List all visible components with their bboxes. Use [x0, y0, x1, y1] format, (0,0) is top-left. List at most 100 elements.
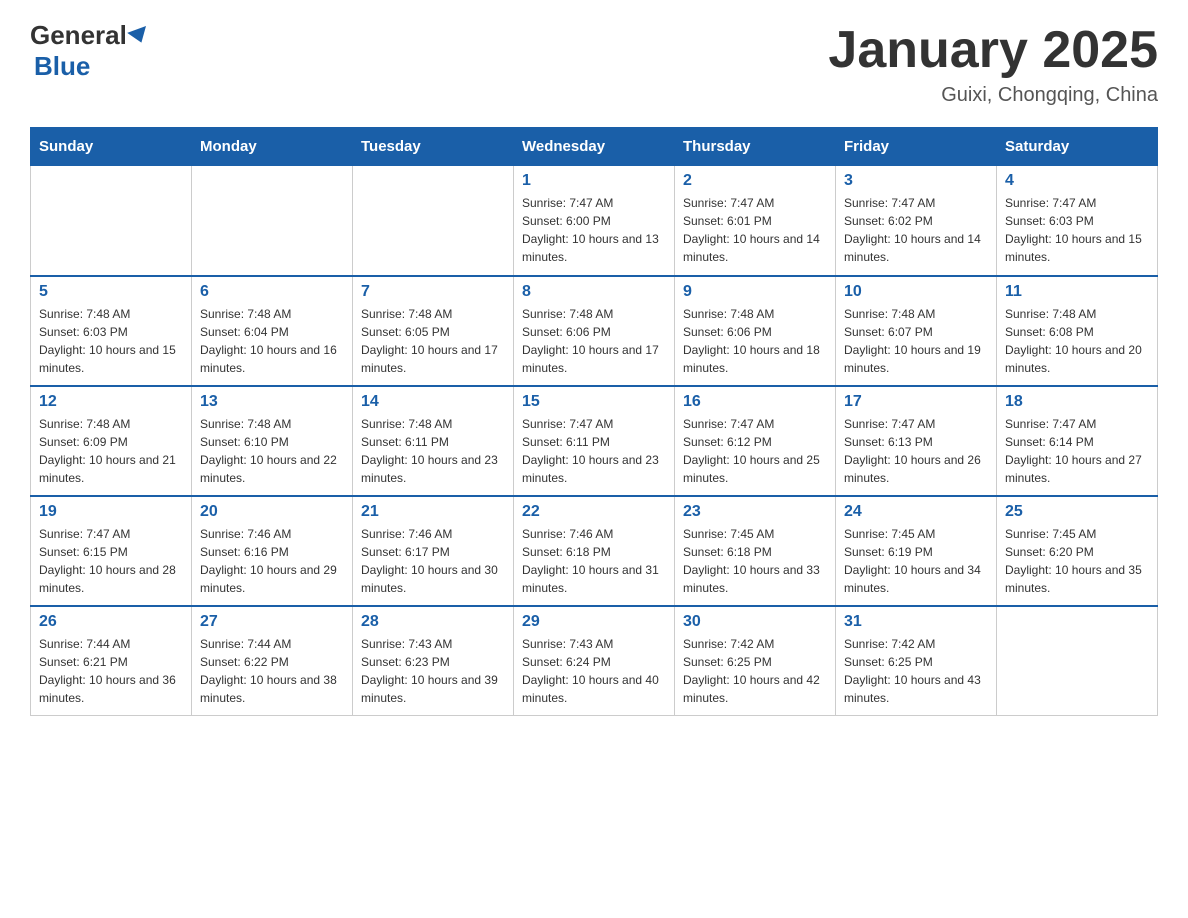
day-info: Sunrise: 7:48 AMSunset: 6:10 PMDaylight:… [200, 415, 344, 487]
day-number: 26 [39, 613, 183, 631]
header-cell-saturday: Saturday [997, 128, 1158, 166]
day-number: 20 [200, 503, 344, 521]
day-cell: 31 Sunrise: 7:42 AMSunset: 6:25 PMDayligh… [836, 606, 997, 716]
day-info: Sunrise: 7:48 AMSunset: 6:06 PMDaylight:… [683, 305, 827, 377]
day-info: Sunrise: 7:47 AMSunset: 6:01 PMDaylight:… [683, 194, 827, 266]
month-title: January 2025 [828, 20, 1158, 80]
day-number: 16 [683, 393, 827, 411]
day-info: Sunrise: 7:44 AMSunset: 6:21 PMDaylight:… [39, 635, 183, 707]
logo-triangle-icon [127, 26, 151, 46]
title-area: January 2025 Guixi, Chongqing, China [828, 20, 1158, 107]
header-cell-monday: Monday [192, 128, 353, 166]
week-row-1: 1Sunrise: 7:47 AMSunset: 6:00 PMDaylight… [31, 166, 1158, 276]
header-cell-wednesday: Wednesday [514, 128, 675, 166]
day-number: 30 [683, 613, 827, 631]
day-cell: 15 Sunrise: 7:47 AMSunset: 6:11 PMDayligh… [514, 386, 675, 496]
day-info: Sunrise: 7:45 AMSunset: 6:18 PMDaylight:… [683, 525, 827, 597]
logo-blue-part [127, 29, 149, 43]
day-info: Sunrise: 7:45 AMSunset: 6:20 PMDaylight:… [1005, 525, 1149, 597]
header-cell-thursday: Thursday [675, 128, 836, 166]
day-info: Sunrise: 7:46 AMSunset: 6:18 PMDaylight:… [522, 525, 666, 597]
week-row-3: 12Sunrise: 7:48 AMSunset: 6:09 PMDayligh… [31, 386, 1158, 496]
day-info: Sunrise: 7:47 AMSunset: 6:02 PMDaylight:… [844, 194, 988, 266]
day-cell: 3 Sunrise: 7:47 AMSunset: 6:02 PMDaylight… [836, 166, 997, 276]
header-cell-sunday: Sunday [31, 128, 192, 166]
day-cell [353, 166, 514, 276]
day-cell: 7Sunrise: 7:48 AMSunset: 6:05 PMDaylight… [353, 276, 514, 386]
logo: General Blue [30, 20, 149, 82]
day-number: 3 [844, 172, 988, 190]
day-info: Sunrise: 7:48 AMSunset: 6:08 PMDaylight:… [1005, 305, 1149, 377]
day-cell: 23 Sunrise: 7:45 AMSunset: 6:18 PMDayligh… [675, 496, 836, 606]
day-cell: 22 Sunrise: 7:46 AMSunset: 6:18 PMDayligh… [514, 496, 675, 606]
day-cell: 28 Sunrise: 7:43 AMSunset: 6:23 PMDayligh… [353, 606, 514, 716]
day-info: Sunrise: 7:42 AMSunset: 6:25 PMDaylight:… [683, 635, 827, 707]
day-number: 10 [844, 283, 988, 301]
day-number: 27 [200, 613, 344, 631]
day-number: 21 [361, 503, 505, 521]
day-cell: 24 Sunrise: 7:45 AMSunset: 6:19 PMDayligh… [836, 496, 997, 606]
calendar-table: SundayMondayTuesdayWednesdayThursdayFrid… [30, 127, 1158, 716]
day-info: Sunrise: 7:48 AMSunset: 6:03 PMDaylight:… [39, 305, 183, 377]
day-number: 22 [522, 503, 666, 521]
day-number: 12 [39, 393, 183, 411]
day-cell: 19Sunrise: 7:47 AMSunset: 6:15 PMDayligh… [31, 496, 192, 606]
day-number: 29 [522, 613, 666, 631]
day-number: 24 [844, 503, 988, 521]
day-info: Sunrise: 7:48 AMSunset: 6:11 PMDaylight:… [361, 415, 505, 487]
day-number: 15 [522, 393, 666, 411]
day-info: Sunrise: 7:44 AMSunset: 6:22 PMDaylight:… [200, 635, 344, 707]
day-info: Sunrise: 7:48 AMSunset: 6:07 PMDaylight:… [844, 305, 988, 377]
day-info: Sunrise: 7:47 AMSunset: 6:14 PMDaylight:… [1005, 415, 1149, 487]
day-info: Sunrise: 7:47 AMSunset: 6:12 PMDaylight:… [683, 415, 827, 487]
day-number: 1 [522, 172, 666, 190]
day-cell [31, 166, 192, 276]
day-number: 13 [200, 393, 344, 411]
day-info: Sunrise: 7:47 AMSunset: 6:03 PMDaylight:… [1005, 194, 1149, 266]
day-cell: 8Sunrise: 7:48 AMSunset: 6:06 PMDaylight… [514, 276, 675, 386]
day-cell: 9 Sunrise: 7:48 AMSunset: 6:06 PMDaylight… [675, 276, 836, 386]
day-number: 31 [844, 613, 988, 631]
day-number: 17 [844, 393, 988, 411]
header-row: SundayMondayTuesdayWednesdayThursdayFrid… [31, 128, 1158, 166]
day-cell: 27 Sunrise: 7:44 AMSunset: 6:22 PMDayligh… [192, 606, 353, 716]
day-info: Sunrise: 7:46 AMSunset: 6:17 PMDaylight:… [361, 525, 505, 597]
day-info: Sunrise: 7:47 AMSunset: 6:11 PMDaylight:… [522, 415, 666, 487]
day-cell: 30 Sunrise: 7:42 AMSunset: 6:25 PMDayligh… [675, 606, 836, 716]
day-number: 23 [683, 503, 827, 521]
day-number: 19 [39, 503, 183, 521]
week-row-5: 26 Sunrise: 7:44 AMSunset: 6:21 PMDayligh… [31, 606, 1158, 716]
day-cell: 10 Sunrise: 7:48 AMSunset: 6:07 PMDayligh… [836, 276, 997, 386]
day-cell: 6 Sunrise: 7:48 AMSunset: 6:04 PMDaylight… [192, 276, 353, 386]
day-number: 9 [683, 283, 827, 301]
day-info: Sunrise: 7:43 AMSunset: 6:24 PMDaylight:… [522, 635, 666, 707]
day-number: 2 [683, 172, 827, 190]
day-number: 4 [1005, 172, 1149, 190]
day-number: 8 [522, 283, 666, 301]
day-info: Sunrise: 7:48 AMSunset: 6:05 PMDaylight:… [361, 305, 505, 377]
day-number: 25 [1005, 503, 1149, 521]
day-cell: 2 Sunrise: 7:47 AMSunset: 6:01 PMDaylight… [675, 166, 836, 276]
day-number: 28 [361, 613, 505, 631]
day-number: 6 [200, 283, 344, 301]
logo-blue-word: Blue [34, 51, 90, 82]
day-cell: 16 Sunrise: 7:47 AMSunset: 6:12 PMDayligh… [675, 386, 836, 496]
day-info: Sunrise: 7:43 AMSunset: 6:23 PMDaylight:… [361, 635, 505, 707]
day-cell: 12Sunrise: 7:48 AMSunset: 6:09 PMDayligh… [31, 386, 192, 496]
day-number: 11 [1005, 283, 1149, 301]
location: Guixi, Chongqing, China [828, 84, 1158, 107]
page-header: General Blue January 2025 Guixi, Chongqi… [30, 20, 1158, 107]
day-info: Sunrise: 7:45 AMSunset: 6:19 PMDaylight:… [844, 525, 988, 597]
day-cell: 25 Sunrise: 7:45 AMSunset: 6:20 PMDayligh… [997, 496, 1158, 606]
day-info: Sunrise: 7:42 AMSunset: 6:25 PMDaylight:… [844, 635, 988, 707]
header-cell-tuesday: Tuesday [353, 128, 514, 166]
day-info: Sunrise: 7:48 AMSunset: 6:04 PMDaylight:… [200, 305, 344, 377]
day-number: 18 [1005, 393, 1149, 411]
day-cell: 4 Sunrise: 7:47 AMSunset: 6:03 PMDaylight… [997, 166, 1158, 276]
day-cell: 11 Sunrise: 7:48 AMSunset: 6:08 PMDayligh… [997, 276, 1158, 386]
day-cell [192, 166, 353, 276]
day-info: Sunrise: 7:46 AMSunset: 6:16 PMDaylight:… [200, 525, 344, 597]
day-info: Sunrise: 7:47 AMSunset: 6:13 PMDaylight:… [844, 415, 988, 487]
day-cell: 13 Sunrise: 7:48 AMSunset: 6:10 PMDayligh… [192, 386, 353, 496]
day-cell: 5Sunrise: 7:48 AMSunset: 6:03 PMDaylight… [31, 276, 192, 386]
